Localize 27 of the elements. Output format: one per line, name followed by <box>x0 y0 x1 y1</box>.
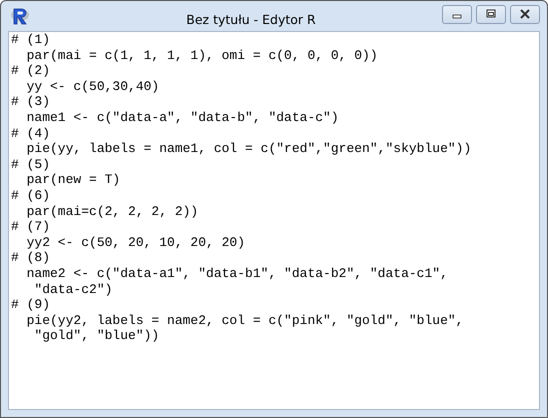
code-line: # (2) <box>11 63 50 79</box>
close-icon <box>519 9 531 19</box>
code-line: # (4) <box>11 126 50 142</box>
maximize-icon <box>485 9 497 19</box>
code-line: # (8) <box>11 250 50 266</box>
code-line: # (5) <box>11 156 50 172</box>
code-line: name2 <- c("data-a1", "data-b1", "data-b2", "data-c1", <box>26 266 448 282</box>
code-line: "data-c2") <box>33 282 112 298</box>
window-title: Bez tytułu - Edytor R <box>186 12 316 26</box>
code-line: pie(yy, labels = name1, col = c("red","green","skyblue")) <box>26 141 472 157</box>
code-line: # (1) <box>11 32 50 48</box>
code-line: par(mai=c(2, 2, 2, 2)) <box>26 204 198 220</box>
code-line: par(new = T) <box>26 172 120 188</box>
minimize-button[interactable] <box>442 4 472 24</box>
maximize-button[interactable] <box>476 4 506 24</box>
close-button[interactable] <box>510 4 540 24</box>
code-line: # (3) <box>11 94 50 110</box>
code-line: name1 <- c("data-a", "data-b", "data-c") <box>26 110 339 126</box>
code-line: yy <- c(50,30,40) <box>26 78 160 94</box>
code-line: # (6) <box>11 188 50 204</box>
code-line: yy2 <- c(50, 20, 10, 20, 20) <box>26 234 246 250</box>
code-line: # (9) <box>11 297 50 313</box>
code-line: "gold", "blue")) <box>33 328 160 344</box>
code-line: par(mai = c(1, 1, 1, 1), omi = c(0, 0, 0, 0)) <box>26 48 378 64</box>
r-logo-icon <box>10 7 30 25</box>
code-line: # (7) <box>11 219 50 235</box>
code-line: pie(yy2, labels = name2, col = c("pink", "gold", "blue", <box>26 312 464 328</box>
